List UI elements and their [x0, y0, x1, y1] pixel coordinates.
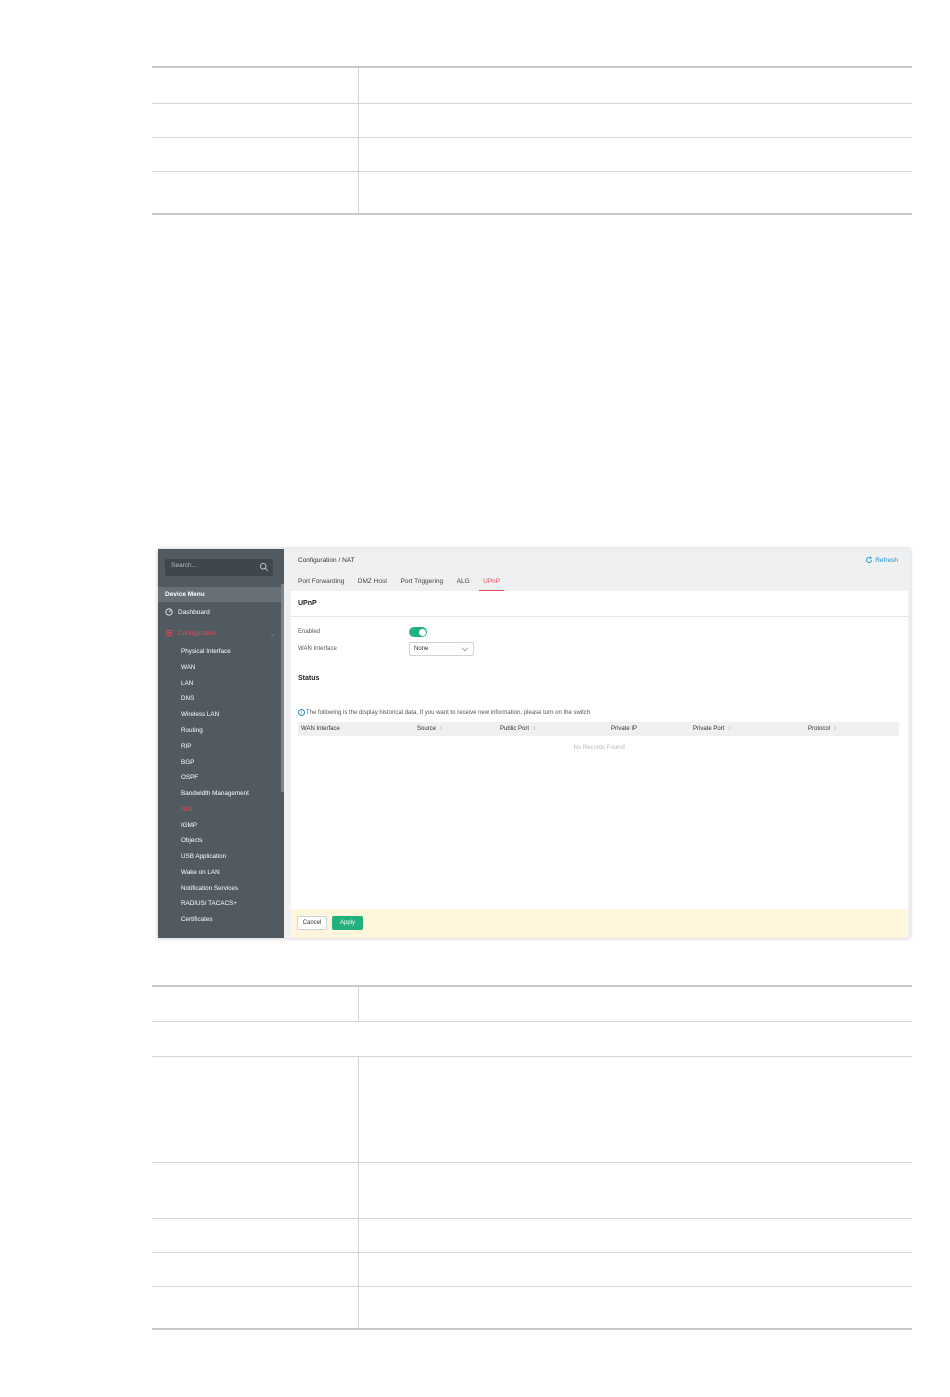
status-title: Status	[298, 675, 320, 682]
sliders-icon	[165, 629, 173, 637]
chevron-down-icon: ⌄	[270, 632, 276, 638]
tab-alg[interactable]: ALG	[457, 578, 470, 591]
manual-table-top	[152, 66, 912, 215]
info-message: i The following is the display historica…	[298, 709, 590, 716]
tab-port-triggering[interactable]: Port Triggering	[401, 578, 444, 591]
action-footer: Cancel Apply	[291, 909, 908, 938]
sidebar-item-routing[interactable]: Routing	[181, 727, 203, 734]
sidebar-item-nat[interactable]: NAT	[181, 806, 193, 813]
sidebar-item-wake-on-lan[interactable]: Wake on LAN	[181, 869, 220, 876]
table-row	[152, 987, 912, 1021]
sidebar-item-label: Dashboard	[178, 608, 210, 616]
search-placeholder: Search...	[171, 562, 198, 569]
table-header: WAN Interface Source ⇕ Public Port ⇕ Priva…	[298, 722, 899, 736]
sidebar-item-wireless-lan[interactable]: Wireless LAN	[181, 711, 219, 718]
search-input[interactable]: Search...	[165, 559, 273, 576]
sidebar: Search... Device Menu Dashboard Configur…	[158, 549, 284, 938]
panel-title: UPnP	[298, 600, 317, 607]
sidebar-item-igmp[interactable]: IGMP	[181, 822, 197, 829]
sort-icon: ⇕	[833, 726, 838, 732]
column-public-port[interactable]: Public Port ⇕	[500, 726, 536, 732]
tab-port-forwarding[interactable]: Port Forwarding	[298, 578, 344, 591]
manual-table-bottom	[152, 985, 912, 1330]
sort-icon: ⇕	[727, 726, 732, 732]
tab-bar: Port Forwarding DMZ Host Port Triggering…	[298, 578, 514, 591]
table-row	[152, 1218, 912, 1252]
sidebar-item-bgp[interactable]: BGP	[181, 759, 194, 766]
table-row	[152, 137, 912, 171]
wan-interface-value: None	[414, 646, 429, 652]
column-wan-interface[interactable]: WAN Interface	[301, 726, 340, 732]
cancel-button[interactable]: Cancel	[297, 916, 327, 930]
empty-table-message: No Records Found!	[573, 745, 626, 751]
sidebar-item-wan[interactable]: WAN	[181, 664, 195, 671]
enabled-toggle[interactable]	[409, 627, 427, 637]
info-icon: i	[298, 709, 305, 716]
search-icon[interactable]	[259, 562, 269, 572]
table-row	[152, 1021, 912, 1056]
enabled-label: Enabled	[298, 629, 321, 635]
sidebar-item-usb-application[interactable]: USB Application	[181, 853, 226, 860]
sidebar-item-dashboard[interactable]: Dashboard	[165, 608, 210, 616]
table-row	[152, 1286, 912, 1328]
sidebar-item-lan[interactable]: LAN	[181, 680, 193, 687]
dashboard-icon	[165, 608, 173, 616]
table-row	[152, 68, 912, 103]
chevron-down-icon	[461, 647, 469, 652]
sidebar-item-objects[interactable]: Objects	[181, 837, 202, 844]
table-row	[152, 1252, 912, 1286]
column-protocol[interactable]: Protocol ⇕	[808, 726, 837, 732]
upnp-panel: UPnP Enabled WAN Interface None Status i…	[291, 591, 908, 938]
sidebar-item-rip[interactable]: RIP	[181, 743, 192, 750]
table-row	[152, 1056, 912, 1162]
column-private-port[interactable]: Private Port ⇕	[693, 726, 732, 732]
sidebar-item-bandwidth-management[interactable]: Bandwidth Management	[181, 790, 249, 797]
sidebar-item-radius-tacacs[interactable]: RADIUS/ TACACS+	[181, 900, 237, 907]
breadcrumb: Configuration / NAT	[298, 557, 355, 564]
sidebar-item-physical-interface[interactable]: Physical Interface	[181, 648, 231, 655]
sidebar-item-notification-services[interactable]: Notification Services	[181, 885, 238, 892]
router-ui-screenshot: Search... Device Menu Dashboard Configur…	[158, 549, 910, 938]
apply-button[interactable]: Apply	[332, 916, 363, 930]
main-content: Configuration / NAT Refresh Port Forward…	[284, 549, 910, 938]
wan-interface-select[interactable]: None	[409, 642, 474, 656]
info-text: The following is the display historical …	[306, 709, 591, 716]
column-source[interactable]: Source ⇕	[417, 726, 443, 732]
wan-interface-label: WAN Interface	[298, 646, 337, 652]
sidebar-item-label: Configuration	[178, 629, 217, 637]
tab-dmz-host[interactable]: DMZ Host	[358, 578, 387, 591]
table-row	[152, 1162, 912, 1218]
sidebar-item-configuration[interactable]: Configuration	[165, 629, 217, 637]
divider	[291, 616, 908, 617]
device-menu-header: Device Menu	[158, 587, 281, 602]
refresh-label: Refresh	[875, 556, 898, 564]
tab-upnp[interactable]: UPnP	[479, 578, 505, 591]
refresh-icon	[866, 556, 873, 563]
sidebar-item-dns[interactable]: DNS	[181, 695, 194, 702]
sidebar-item-certificates[interactable]: Certificates	[181, 916, 213, 923]
sidebar-item-ospf[interactable]: OSPF	[181, 774, 198, 781]
column-private-ip[interactable]: Private IP	[611, 726, 637, 732]
refresh-button[interactable]: Refresh	[865, 556, 898, 564]
table-row	[152, 171, 912, 213]
sort-icon: ⇕	[439, 726, 444, 732]
table-row	[152, 103, 912, 137]
sort-icon: ⇕	[532, 726, 537, 732]
